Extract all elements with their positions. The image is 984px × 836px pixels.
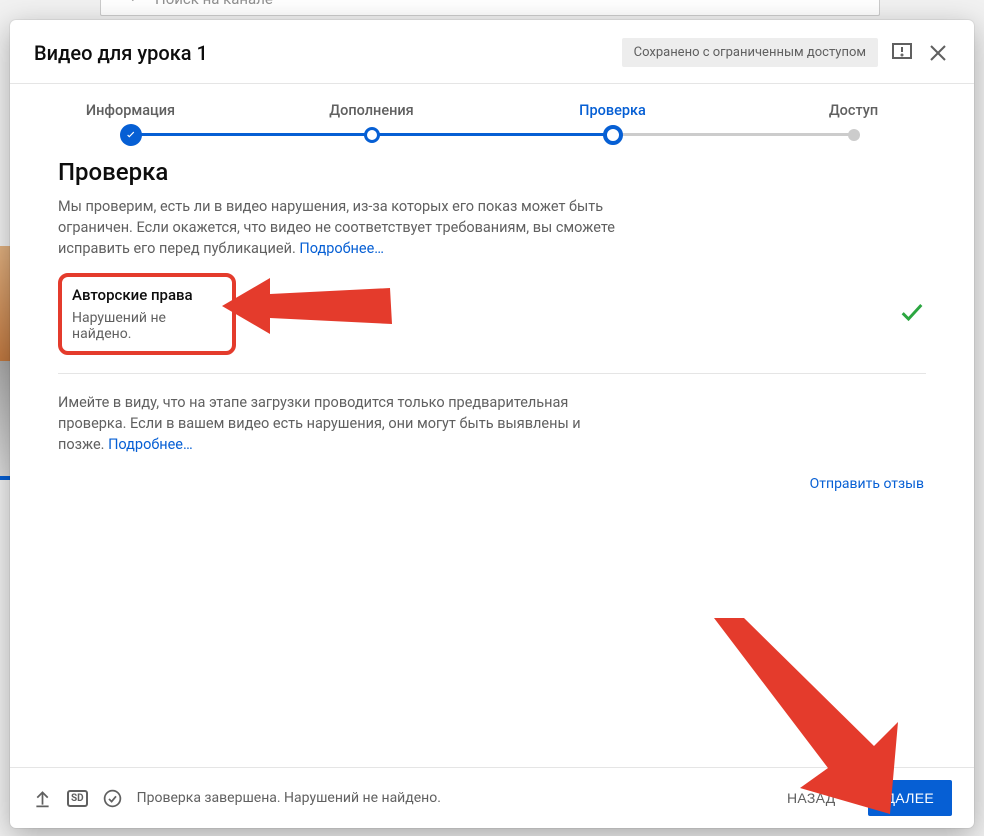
copyright-check-row: Авторские права Нарушений не найдено. [58,273,926,374]
copyright-title: Авторские права [72,286,220,304]
step-dot [603,125,623,145]
feedback-row: Отправить отзыв [58,473,926,492]
close-icon[interactable] [926,41,950,65]
upload-dialog: Видео для урока 1 Сохранено с ограниченн… [10,20,974,828]
step-dot-check-icon [120,124,142,146]
step-checks[interactable]: Проверка [492,102,733,145]
step-label: Проверка [492,102,733,119]
search-icon [117,0,137,8]
learn-more-link[interactable]: Подробнее… [299,240,384,257]
footer-status-text: Проверка завершена. Нарушений не найдено… [137,790,755,806]
step-info[interactable]: Информация [10,102,251,146]
stepper-line-pending [613,133,854,136]
dialog-title: Видео для урока 1 [34,41,610,65]
search-placeholder: Поиск на канале [155,0,273,8]
feedback-icon[interactable] [890,41,914,65]
step-label: Дополнения [251,102,492,119]
send-feedback-link[interactable]: Отправить отзыв [810,476,924,492]
copyright-status: Нарушений не найдено. [72,310,220,342]
step-dot [848,129,860,141]
annotation-highlight-box: Авторские права Нарушений не найдено. [58,273,236,355]
save-status-chip: Сохранено с ограниченным доступом [622,38,878,67]
step-label: Информация [10,102,251,119]
step-dot [364,127,380,143]
upload-icon[interactable] [32,788,53,809]
checks-complete-icon [102,788,123,809]
learn-more-link[interactable]: Подробнее… [108,436,193,453]
sd-quality-badge: SD [67,790,88,807]
dialog-footer: SD Проверка завершена. Нарушений не найд… [10,767,974,828]
checkmark-icon [898,298,926,330]
channel-search-bar: Поиск на канале [100,0,880,16]
back-button[interactable]: НАЗАД [769,780,854,816]
section-description: Мы проверим, есть ли в видео нарушения, … [58,196,618,259]
dialog-header: Видео для урока 1 Сохранено с ограниченн… [10,20,974,84]
background-sidebar-strip [0,246,10,480]
next-button[interactable]: ДАЛЕЕ [868,780,953,816]
disclaimer-note: Имейте в виду, что на этапе загрузки про… [58,392,618,455]
step-label: Доступ [733,102,974,119]
dialog-content: Проверка Мы проверим, есть ли в видео на… [10,146,974,767]
section-heading: Проверка [58,158,926,186]
stepper: Информация Дополнения Проверка Доступ [10,84,974,146]
step-additions[interactable]: Дополнения [251,102,492,143]
